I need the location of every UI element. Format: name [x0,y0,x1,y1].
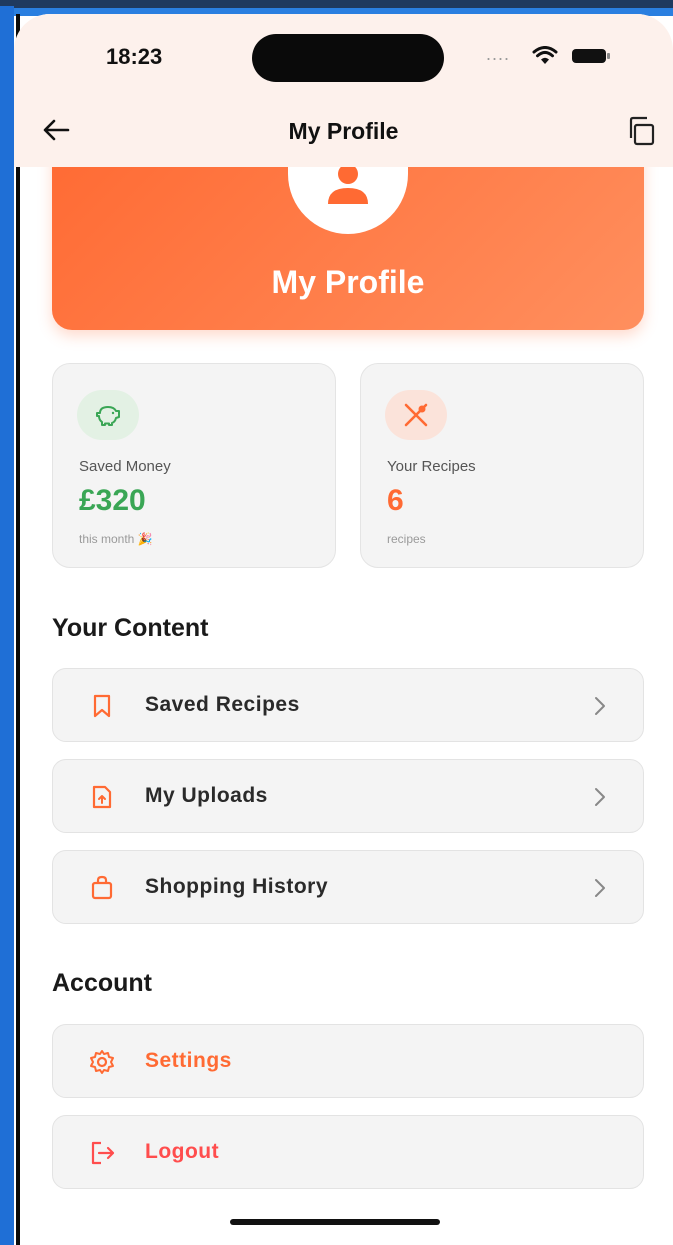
menu-label: Settings [145,1049,232,1072]
menu-item-saved-recipes[interactable]: Saved Recipes [52,668,644,742]
chevron-right-icon [595,788,605,806]
chevron-right-icon [595,697,605,715]
page-title: My Profile [288,118,399,144]
status-time: 18:23 [106,44,163,69]
utensils-icon [404,403,428,427]
stat-icon-wrap [77,390,139,440]
shopping-bag-icon [91,875,113,900]
section-title-content: Your Content [52,614,209,642]
frame-left-edge [0,6,14,1245]
stat-value: £320 [79,484,146,517]
chevron-right-icon [595,879,605,897]
your-recipes-card[interactable]: Your Recipes 6 recipes [360,363,644,568]
menu-label: Logout [145,1140,220,1163]
frame-top-edge [0,0,673,8]
signal-dots: .... [486,44,511,64]
stat-label: Saved Money [79,458,171,475]
piggy-bank-icon [96,406,120,426]
banner-title: My Profile [271,264,425,300]
stat-label: Your Recipes [387,458,476,475]
menu-item-settings[interactable]: Settings [52,1024,644,1098]
battery-icon [572,49,610,63]
user-icon [328,164,368,204]
app-top-bar: 18:23 .... My Profile [14,14,673,167]
logout-icon [91,1141,115,1165]
phone-screen: 18:23 .... My Profile My Profile Saved M… [14,14,673,1245]
menu-item-logout[interactable]: Logout [52,1115,644,1189]
stat-icon-wrap [385,390,447,440]
bookmark-icon [93,694,111,718]
menu-label: My Uploads [145,784,268,807]
dynamic-island [252,34,444,82]
menu-label: Saved Recipes [145,693,300,716]
menu-item-shopping-history[interactable]: Shopping History [52,850,644,924]
section-title-account: Account [52,969,152,997]
gear-icon [90,1050,114,1074]
menu-item-my-uploads[interactable]: My Uploads [52,759,644,833]
screen-bezel-edge [16,14,20,1245]
stat-sub: this month 🎉 [79,532,153,546]
file-upload-icon [92,785,112,809]
stat-sub: recipes [387,532,426,546]
home-indicator[interactable] [230,1219,440,1225]
wifi-icon [532,46,558,64]
copy-icon[interactable] [626,116,656,146]
saved-money-card[interactable]: Saved Money £320 this month 🎉 [52,363,336,568]
stat-value: 6 [387,484,404,517]
menu-label: Shopping History [145,875,328,898]
